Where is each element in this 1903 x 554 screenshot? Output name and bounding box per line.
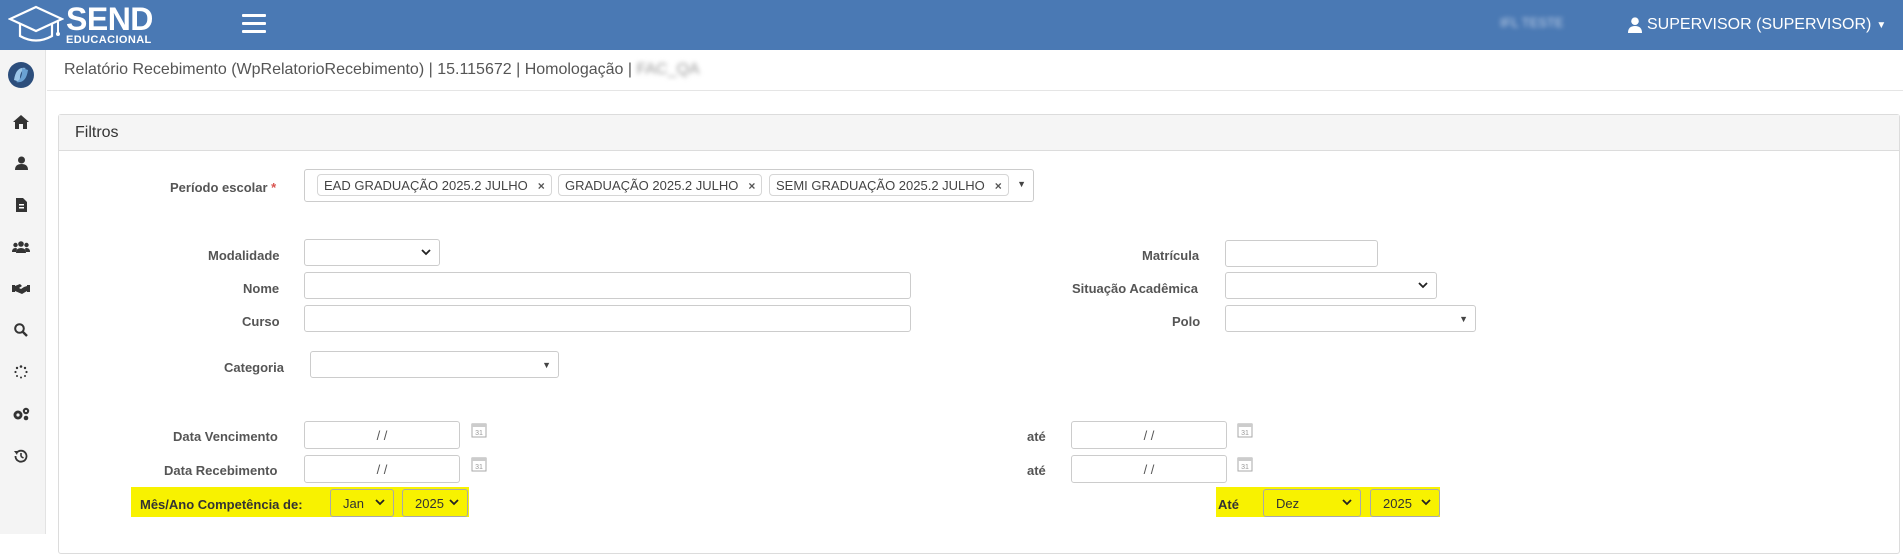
page-title: Relatório Recebimento (WpRelatorioRecebi…	[64, 61, 700, 79]
gears-icon[interactable]	[11, 404, 31, 424]
svg-text:31: 31	[1241, 464, 1249, 471]
user-icon[interactable]	[11, 153, 31, 173]
data-recebimento-de-input[interactable]: / /	[304, 455, 460, 483]
document-icon[interactable]	[11, 195, 31, 215]
remove-tag-icon[interactable]: ×	[995, 179, 1002, 193]
periodo-label: Período escolar *	[170, 180, 277, 195]
curso-input[interactable]	[304, 305, 911, 332]
panel-title: Filtros	[59, 115, 1899, 151]
ate-label: até	[1027, 429, 1046, 444]
menu-toggle-button[interactable]	[242, 14, 266, 36]
nome-label: Nome	[243, 281, 280, 296]
logo-send-text: SEND	[66, 1, 153, 37]
matricula-label: Matrícula	[1142, 248, 1200, 263]
environment-label[interactable]: IFL TESTE	[1500, 15, 1600, 31]
svg-text:31: 31	[475, 430, 483, 437]
remove-tag-icon[interactable]: ×	[748, 179, 755, 193]
data-recebimento-label: Data Recebimento	[164, 463, 278, 478]
handshake-icon[interactable]	[11, 279, 31, 299]
logo-edu-text: EDUCACIONAL	[66, 34, 152, 46]
chevron-down-icon	[1421, 499, 1431, 506]
chevron-down-icon	[1342, 499, 1352, 506]
ate-label: até	[1027, 463, 1046, 478]
calendar-icon[interactable]: 31	[1237, 456, 1253, 472]
calendar-icon[interactable]: 31	[1237, 422, 1253, 438]
modalidade-select[interactable]	[304, 239, 440, 266]
data-vencimento-label: Data Vencimento	[173, 429, 278, 444]
situacao-label: Situação Acadêmica	[1072, 281, 1198, 296]
chevron-down-icon	[375, 499, 385, 506]
user-name: SUPERVISOR (SUPERVISOR)	[1647, 16, 1872, 33]
data-vencimento-ate-input[interactable]: / /	[1071, 421, 1227, 449]
chevron-down-icon	[449, 499, 459, 506]
data-vencimento-de-input[interactable]: / /	[304, 421, 460, 449]
history-icon[interactable]	[11, 446, 31, 466]
svg-text:31: 31	[1241, 430, 1249, 437]
caret-down-icon: ▼	[542, 360, 551, 370]
categoria-select[interactable]: ▼	[310, 351, 559, 378]
breadcrumb: Relatório Recebimento (WpRelatorioRecebi…	[47, 50, 1903, 91]
graduation-cap-icon	[8, 5, 64, 42]
users-icon[interactable]	[11, 237, 31, 257]
app-logo-icon[interactable]	[6, 60, 36, 90]
nome-input[interactable]	[304, 272, 911, 299]
competencia-label: Mês/Ano Competência de:	[140, 497, 303, 512]
competencia-ate-label: Até	[1218, 497, 1239, 512]
chevron-down-icon	[421, 249, 431, 256]
user-menu-dropdown[interactable]: SUPERVISOR (SUPERVISOR) ▼	[1628, 14, 1886, 36]
curso-label: Curso	[242, 314, 280, 329]
competencia-mes-de-select[interactable]: Jan	[330, 489, 394, 517]
competencia-ano-ate-select[interactable]: 2025	[1370, 489, 1440, 517]
svg-text:31: 31	[475, 464, 483, 471]
polo-label: Polo	[1172, 314, 1201, 329]
send-educacional-logo[interactable]: SEND EDUCACIONAL	[8, 3, 183, 47]
top-navbar: SEND EDUCACIONAL IFL TESTE SUPERVISOR (S…	[0, 0, 1903, 50]
sidebar	[0, 50, 46, 534]
periodo-tag: GRADUAÇÃO 2025.2 JULHO ×	[558, 174, 763, 196]
data-recebimento-ate-input[interactable]: / /	[1071, 455, 1227, 483]
remove-tag-icon[interactable]: ×	[538, 179, 545, 193]
chevron-down-icon	[1418, 282, 1428, 289]
situacao-select[interactable]	[1225, 272, 1437, 299]
user-icon	[1628, 17, 1642, 33]
calendar-icon[interactable]: 31	[471, 456, 487, 472]
categoria-label: Categoria	[224, 360, 284, 375]
search-icon[interactable]	[11, 320, 31, 340]
matricula-input[interactable]	[1225, 240, 1378, 267]
periodo-tag: SEMI GRADUAÇÃO 2025.2 JULHO ×	[769, 174, 1009, 196]
caret-down-icon: ▼	[1459, 314, 1468, 324]
caret-down-icon[interactable]: ▼	[1017, 179, 1026, 189]
periodo-multiselect[interactable]: EAD GRADUAÇÃO 2025.2 JULHO × GRADUAÇÃO 20…	[304, 169, 1034, 202]
home-icon[interactable]	[11, 112, 31, 132]
polo-select[interactable]: ▼	[1225, 305, 1476, 332]
competencia-mes-ate-select[interactable]: Dez	[1263, 489, 1361, 517]
breadcrumb-user: FAC_QA	[636, 61, 700, 78]
modalidade-label: Modalidade	[208, 248, 280, 263]
competencia-ano-de-select[interactable]: 2025	[402, 489, 468, 517]
calendar-icon[interactable]: 31	[471, 422, 487, 438]
periodo-tag: EAD GRADUAÇÃO 2025.2 JULHO ×	[317, 174, 552, 196]
breadcrumb-text: Relatório Recebimento (WpRelatorioRecebi…	[64, 61, 637, 78]
spinner-icon[interactable]	[11, 362, 31, 382]
chevron-down-icon: ▼	[1876, 19, 1887, 31]
